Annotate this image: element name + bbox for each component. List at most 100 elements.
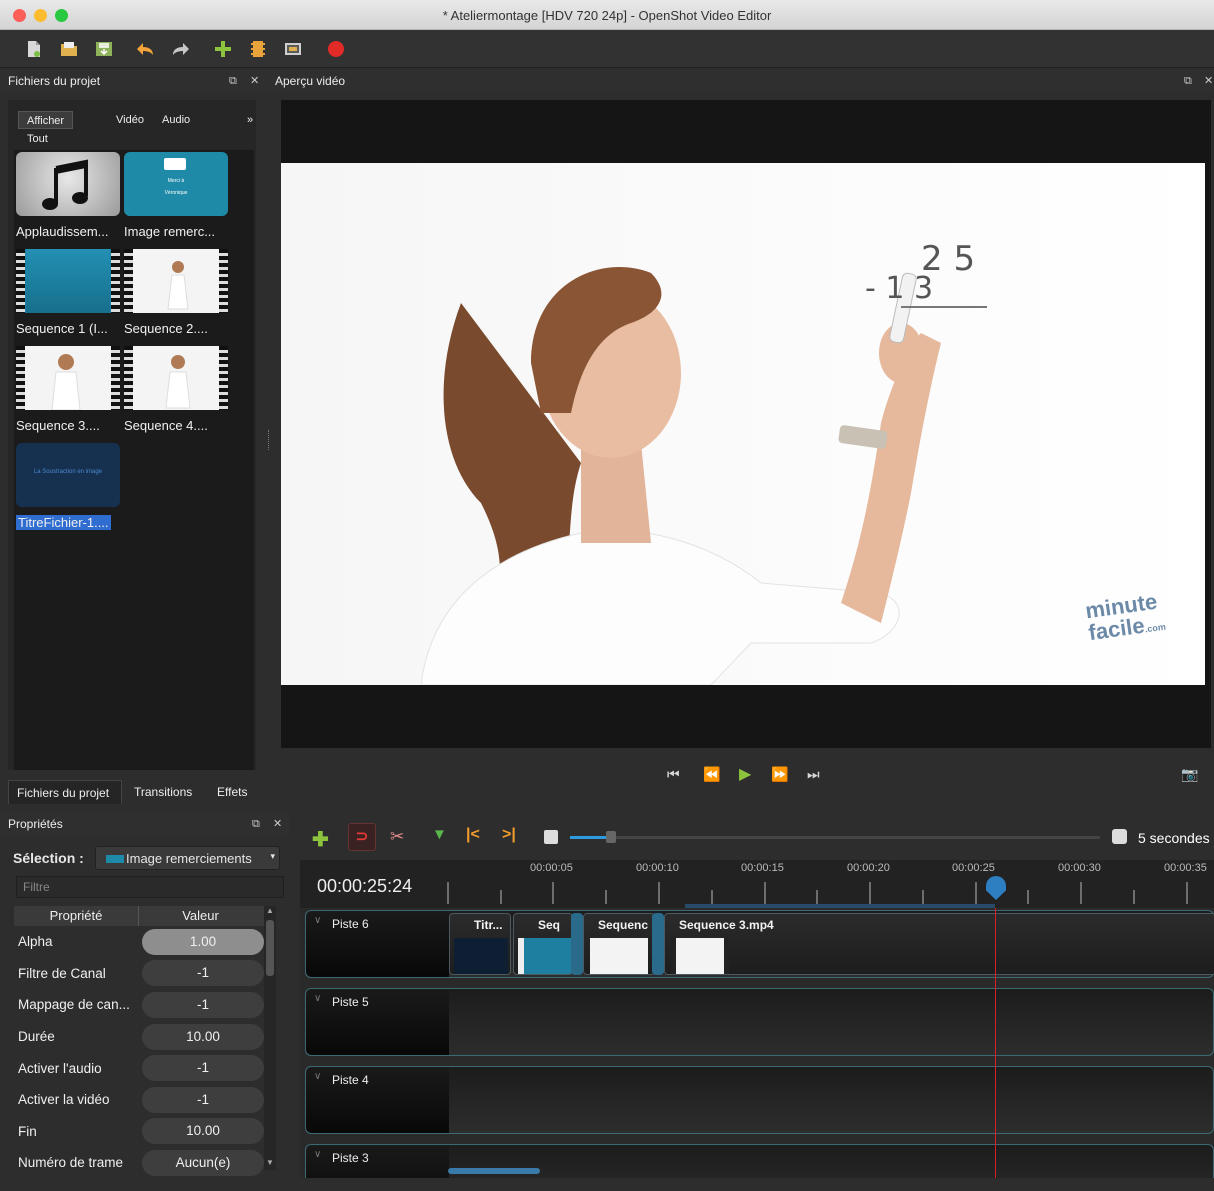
person-figure (165, 355, 191, 409)
close-dock-icon[interactable]: ✕ (250, 69, 259, 93)
import-files-icon[interactable] (213, 39, 233, 59)
file-item-title[interactable]: La Soustraction en image TitreFichier-1.… (16, 443, 122, 533)
clip-thumbnail (454, 938, 508, 974)
fullscreen-icon[interactable] (283, 39, 303, 59)
timeline-clip-sequence-2[interactable]: Sequenc (583, 913, 655, 975)
scroll-up-icon[interactable]: ▲ (264, 906, 276, 918)
playhead-line (995, 908, 996, 1178)
file-label: Image remerc... (124, 224, 216, 239)
property-value[interactable]: 10.00 (142, 1118, 264, 1145)
track-toggle-icon[interactable]: ∨ (314, 993, 321, 1004)
property-value[interactable]: -1 (142, 991, 264, 1018)
property-name: Alpha (18, 934, 53, 950)
properties-scrollbar[interactable]: ▲ ▼ (264, 906, 276, 1170)
transition-marker[interactable] (652, 913, 664, 975)
file-item-sequence-4[interactable]: Sequence 4.... (124, 346, 230, 433)
clip-title: Titr... (474, 918, 503, 932)
track-name: Piste 5 (332, 995, 369, 1009)
timeline-clip-sequence-1[interactable]: Seq (513, 913, 573, 975)
file-item-sequence-1[interactable]: Sequence 1 (I... (16, 249, 122, 336)
next-marker-icon[interactable]: >| (502, 826, 516, 844)
track-4[interactable]: ∨ Piste 4 (305, 1066, 1214, 1134)
track-header: ∨ Piste 5 (306, 989, 449, 1055)
more-filters-icon[interactable]: » (239, 111, 261, 129)
previous-marker-icon[interactable]: |< (466, 826, 480, 844)
profile-icon[interactable] (248, 39, 268, 59)
property-row[interactable]: Activer la vidéo -1 (14, 1084, 272, 1116)
new-project-icon[interactable] (24, 39, 44, 59)
float-dock-icon[interactable]: ⧉ (229, 69, 237, 93)
transition-marker[interactable] (571, 913, 583, 975)
selection-dropdown[interactable]: Image remerciements ▾ (95, 846, 280, 870)
file-item-sequence-2[interactable]: Sequence 2.... (124, 249, 230, 336)
property-row[interactable]: Numéro de trame Aucun(e) (14, 1147, 272, 1179)
razor-icon[interactable]: ✂ (390, 827, 404, 847)
track-3[interactable]: ∨ Piste 3 (305, 1144, 1214, 1178)
window-title: * Ateliermontage [HDV 720 24p] - OpenSho… (442, 8, 772, 23)
camera-icon[interactable]: 📷 (1181, 766, 1198, 783)
property-row[interactable]: Durée 10.00 (14, 1021, 272, 1053)
tab-effects[interactable]: Effets (209, 780, 255, 804)
save-project-icon[interactable] (94, 39, 114, 59)
property-row[interactable]: Mappage de can... -1 (14, 989, 272, 1021)
column-header-property[interactable]: Propriété (14, 906, 138, 926)
preview-dock-header: Aperçu vidéo ⧉ ✕ (270, 69, 1214, 93)
property-row[interactable]: Fin 10.00 (14, 1116, 272, 1148)
jump-to-start-icon[interactable]: ⏮ (667, 766, 680, 783)
scrollbar-thumb[interactable] (266, 920, 274, 976)
close-dock-icon[interactable]: ✕ (1204, 69, 1213, 93)
float-dock-icon[interactable]: ⧉ (1184, 69, 1192, 93)
property-value[interactable]: 10.00 (142, 1023, 264, 1050)
file-label: Sequence 4.... (124, 418, 208, 433)
horizontal-scrollbar[interactable] (448, 1168, 540, 1174)
property-row[interactable]: Activer l'audio -1 (14, 1052, 272, 1084)
track-toggle-icon[interactable]: ∨ (314, 915, 321, 926)
tab-project-files[interactable]: Fichiers du projet (8, 780, 122, 804)
tab-transitions[interactable]: Transitions (126, 780, 200, 804)
play-icon[interactable]: ▶ (739, 764, 751, 784)
close-dock-icon[interactable]: ✕ (273, 812, 282, 836)
rewind-icon[interactable]: ⏪ (703, 766, 720, 783)
splitter-handle[interactable] (268, 430, 271, 450)
openshot-window: * Ateliermontage [HDV 720 24p] - OpenSho… (0, 0, 1214, 1191)
track-5[interactable]: ∨ Piste 5 (305, 988, 1214, 1056)
thumb-frame (26, 249, 110, 313)
scroll-down-icon[interactable]: ▼ (264, 1158, 276, 1170)
export-icon[interactable] (326, 39, 346, 59)
undo-icon[interactable] (135, 39, 155, 59)
file-item-applause[interactable]: Applaudissem... (16, 152, 122, 239)
timeline-clip-title[interactable]: Titr... (449, 913, 511, 975)
property-value[interactable]: -1 (142, 1086, 264, 1113)
property-row[interactable]: Filtre de Canal -1 (14, 958, 272, 990)
filter-video-tab[interactable]: Vidéo (108, 111, 152, 129)
add-track-icon[interactable]: ✚ (312, 827, 329, 852)
property-row[interactable]: Alpha 1.00 (14, 926, 272, 958)
property-value[interactable]: -1 (142, 960, 264, 987)
jump-to-end-icon[interactable]: ⏭ (807, 766, 820, 783)
timeline-toolbar: ✚ ⊃ ✂ ▼ |< >| 5 secondes (300, 820, 1214, 854)
track-toggle-icon[interactable]: ∨ (314, 1149, 321, 1160)
column-header-value[interactable]: Valeur (138, 906, 262, 926)
redo-icon[interactable] (171, 39, 191, 59)
timeline-ruler[interactable]: 00:00:25:24 00:00:05 00:00:10 00:00:15 0… (300, 860, 1214, 908)
filter-audio-tab[interactable]: Audio (154, 111, 198, 129)
track-toggle-icon[interactable]: ∨ (314, 1071, 321, 1082)
file-item-image[interactable]: Merci à Véronique Image remerc... (124, 152, 230, 239)
float-dock-icon[interactable]: ⧉ (252, 812, 260, 836)
add-marker-icon[interactable]: ▼ (432, 826, 447, 843)
center-on-playhead-icon[interactable] (544, 830, 558, 844)
snapping-icon[interactable]: ⊃ (348, 823, 376, 851)
zoom-slider-handle[interactable] (606, 831, 616, 843)
property-filter-input[interactable]: Filtre (16, 876, 284, 898)
property-value[interactable]: -1 (142, 1055, 264, 1082)
fast-forward-icon[interactable]: ⏩ (771, 766, 788, 783)
open-project-icon[interactable] (59, 39, 79, 59)
file-label: Sequence 3.... (16, 418, 100, 433)
property-value[interactable]: Aucun(e) (142, 1149, 264, 1176)
track-6[interactable]: ∨ Piste 6 Titr... Seq Sequenc Sequence 3… (305, 910, 1214, 978)
property-value[interactable]: 1.00 (142, 928, 264, 955)
file-item-sequence-3[interactable]: Sequence 3.... (16, 346, 122, 433)
video-thumbnail (16, 346, 120, 410)
filter-all-tab[interactable]: Afficher Tout (18, 111, 74, 145)
timeline-clip-sequence-3[interactable]: Sequence 3.mp4 (664, 913, 1214, 975)
